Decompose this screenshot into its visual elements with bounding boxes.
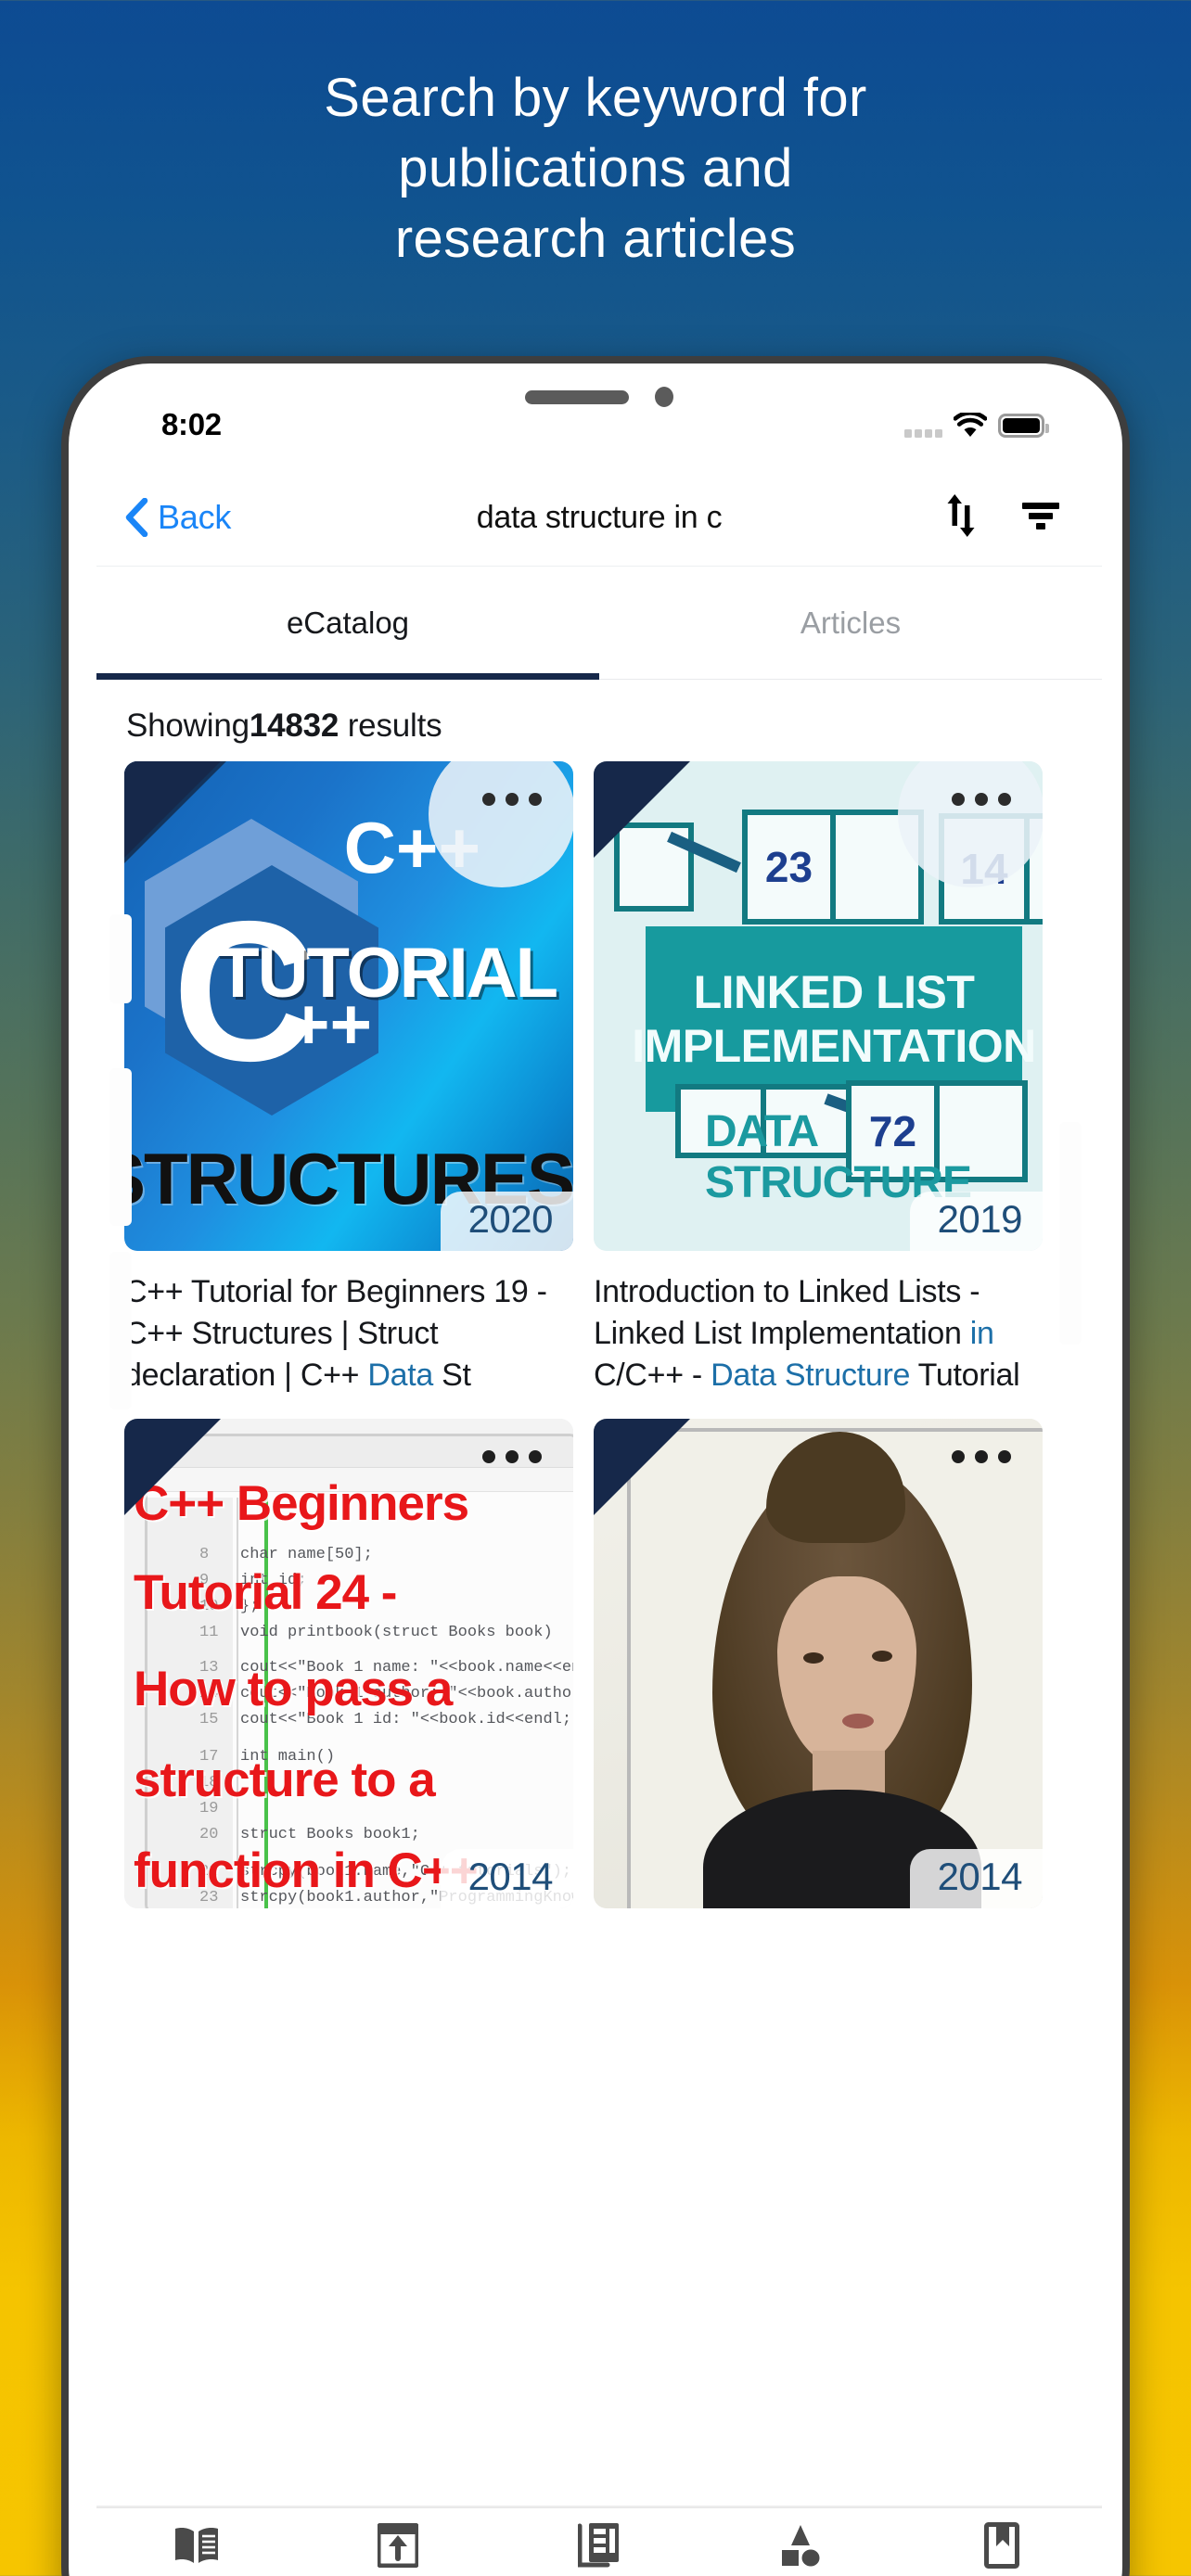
bottom-tab-bar: Home Browse — [96, 2507, 1102, 2576]
results-count: Showing14832 results — [96, 680, 1102, 761]
card-year: 2020 — [440, 1192, 573, 1251]
tab-articles-label: Articles — [800, 605, 902, 640]
front-camera — [655, 387, 673, 407]
battery-icon — [998, 413, 1049, 438]
result-card[interactable]: 2014 — [594, 1419, 1043, 1908]
cover-banner-line1: LINKED LIST — [693, 966, 975, 1018]
more-options-icon[interactable] — [482, 1450, 542, 1463]
headline-line-3: research articles — [394, 209, 797, 269]
card-corner-flag — [594, 761, 690, 858]
status-indicators — [904, 412, 1049, 438]
result-card[interactable]: 23 14 LINKED LIST IMPLEMENTATION 72 DATA… — [594, 761, 1043, 1396]
nav-actions — [942, 493, 1061, 542]
back-label: Back — [158, 498, 232, 536]
results-number: 14832 — [249, 708, 339, 744]
card-year: 2019 — [909, 1192, 1043, 1251]
result-tabs: eCatalog Articles — [96, 567, 1102, 680]
results-prefix: Showing — [126, 708, 250, 744]
card-corner-flag — [594, 1419, 690, 1515]
earpiece-speaker — [525, 389, 629, 404]
card-corner-flag — [124, 761, 221, 858]
stacked-documents-icon — [577, 2521, 621, 2570]
results-grid: C ++ C++ TUTORIAL STRUCTURES 2020 C++ Tu… — [96, 761, 1102, 1908]
volume-up-button[interactable] — [109, 1068, 132, 1226]
card-thumbnail[interactable]: 23 14 LINKED LIST IMPLEMENTATION 72 DATA… — [594, 761, 1043, 1251]
tab-ecatalog-label: eCatalog — [286, 605, 410, 640]
notch — [483, 380, 715, 417]
phone-screen: 8:02 Back data structure in c eCatalog A… — [96, 380, 1102, 2576]
tabbar-item-home[interactable]: Home — [96, 2521, 298, 2576]
status-bar: 8:02 — [96, 380, 1102, 469]
open-book-icon — [173, 2521, 220, 2570]
cover-line1: TUTORIAL — [216, 934, 558, 1013]
page-title: data structure in c — [476, 499, 723, 535]
tabbar-item-collections[interactable]: Collections — [499, 2521, 700, 2576]
card-thumbnail[interactable]: C ++ C++ TUTORIAL STRUCTURES 2020 — [124, 761, 573, 1251]
sort-arrows-icon[interactable] — [942, 493, 980, 542]
shapes-icon — [779, 2521, 822, 2570]
tab-ecatalog[interactable]: eCatalog — [96, 567, 599, 680]
cover-red-line3: How to pass a — [134, 1662, 453, 1716]
silent-switch[interactable] — [109, 914, 132, 1003]
filter-icon[interactable] — [1020, 500, 1061, 536]
chevron-left-icon — [124, 498, 148, 537]
results-suffix: results — [347, 708, 442, 744]
cover-red-line4: structure to a — [134, 1753, 436, 1807]
wifi-icon — [954, 412, 987, 438]
card-thumbnail[interactable]: 2014 — [594, 1419, 1043, 1908]
result-card[interactable]: C ++ C++ TUTORIAL STRUCTURES 2020 C++ Tu… — [124, 761, 573, 1396]
headline-line-1: Search by keyword for — [324, 68, 867, 128]
more-options-icon[interactable] — [898, 761, 1043, 887]
more-options-icon[interactable] — [429, 761, 573, 887]
phone-mockup: 8:02 Back data structure in c eCatalog A… — [61, 356, 1130, 2576]
bookmark-icon — [983, 2521, 1019, 2570]
signal-dots-icon — [904, 425, 942, 438]
tabbar-item-reading-list[interactable]: Reading List — [901, 2521, 1102, 2576]
card-thumbnail[interactable]: 8 char name[50]; 9 int id; 10 }; 11 void… — [124, 1419, 573, 1908]
card-corner-flag — [124, 1419, 221, 1515]
card-year: 2014 — [440, 1849, 573, 1908]
node-value-1: 23 — [748, 815, 836, 919]
volume-down-button[interactable] — [109, 1252, 132, 1409]
result-card[interactable]: 8 char name[50]; 9 int id; 10 }; 11 void… — [124, 1419, 573, 1908]
status-clock: 8:02 — [161, 407, 222, 441]
card-title: C++ Tutorial for Beginners 19 - C++ Stru… — [124, 1274, 547, 1393]
upload-box-icon — [378, 2521, 419, 2570]
back-button[interactable]: Back — [124, 498, 231, 537]
more-options-icon[interactable] — [952, 1450, 1011, 1463]
cover-red-line2: Tutorial 24 - — [134, 1565, 397, 1620]
card-title: Introduction to Linked Lists - Linked Li… — [594, 1274, 1020, 1393]
power-button[interactable] — [1059, 1122, 1082, 1345]
tabbar-item-explore[interactable]: Explore — [699, 2521, 901, 2576]
headline-line-2: publications and — [398, 138, 793, 198]
tabbar-item-browse[interactable]: Browse — [298, 2521, 499, 2576]
navigation-bar: Back data structure in c — [96, 469, 1102, 567]
tab-articles[interactable]: Articles — [599, 567, 1102, 679]
promo-headline: Search by keyword for publications and r… — [0, 63, 1191, 274]
card-year: 2014 — [909, 1849, 1043, 1908]
cover-banner-line2: IMPLEMENTATION — [632, 1020, 1036, 1072]
